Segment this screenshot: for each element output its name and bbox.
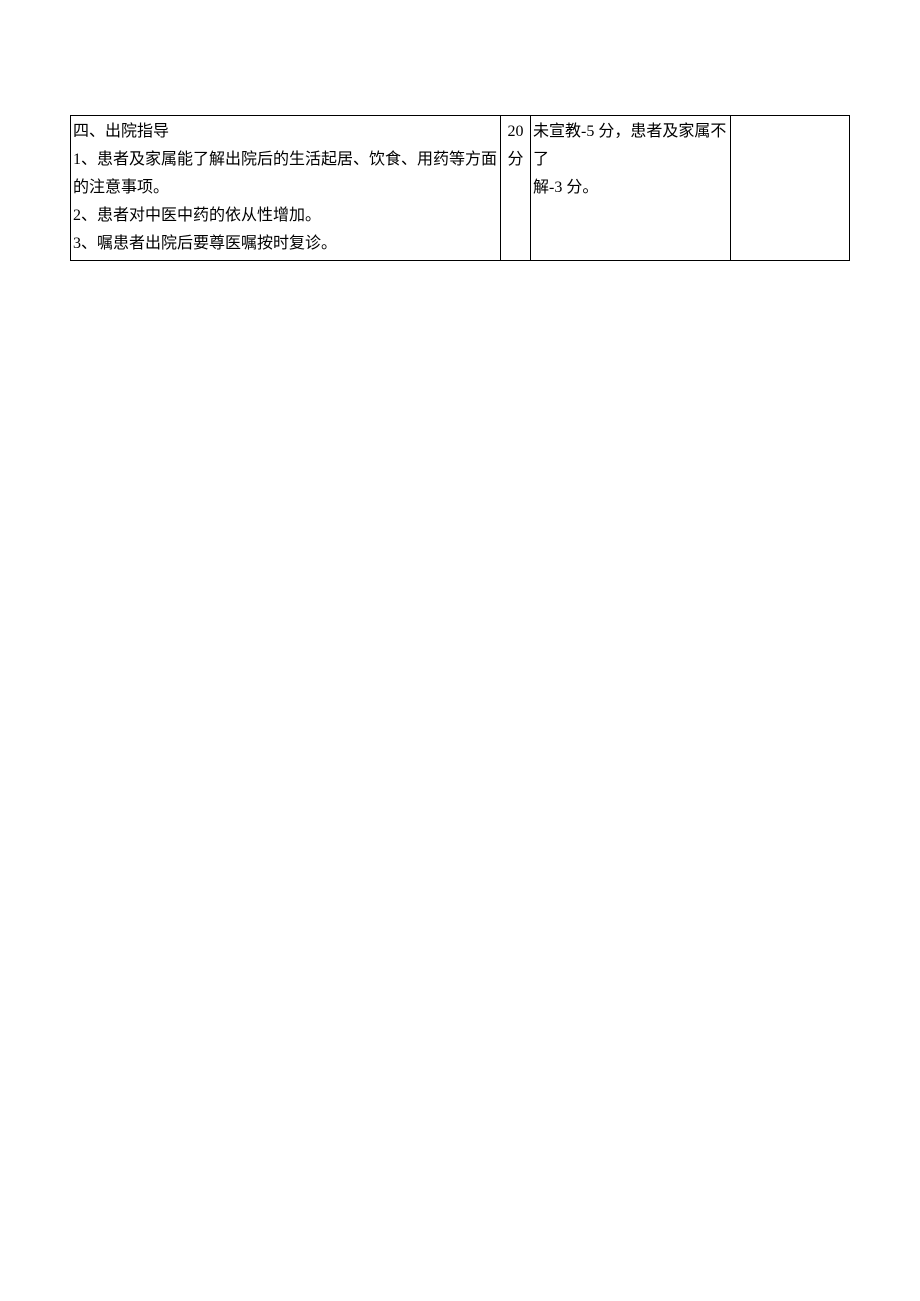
score-unit: 分 xyxy=(501,146,530,174)
criteria-item: 2、患者对中医中药的依从性增加。 xyxy=(71,202,500,230)
deduction-cell: 未宣教-5 分，患者及家属不了 解-3 分。 xyxy=(531,116,731,261)
score-number: 20 xyxy=(501,118,530,146)
criteria-cell: 四、出院指导 1、患者及家属能了解出院后的生活起居、饮食、用药等方面的注意事项。… xyxy=(71,116,501,261)
empty-cell xyxy=(731,116,850,261)
section-heading: 四、出院指导 xyxy=(71,118,500,146)
assessment-table: 四、出院指导 1、患者及家属能了解出院后的生活起居、饮食、用药等方面的注意事项。… xyxy=(70,115,850,261)
table-row: 四、出院指导 1、患者及家属能了解出院后的生活起居、饮食、用药等方面的注意事项。… xyxy=(71,116,850,261)
deduction-text: 解-3 分。 xyxy=(531,174,730,202)
criteria-item: 1、患者及家属能了解出院后的生活起居、饮食、用药等方面的注意事项。 xyxy=(71,146,500,202)
criteria-item: 3、嘱患者出院后要尊医嘱按时复诊。 xyxy=(71,230,500,258)
score-cell: 20 分 xyxy=(501,116,531,261)
deduction-text: 未宣教-5 分，患者及家属不了 xyxy=(531,118,730,174)
